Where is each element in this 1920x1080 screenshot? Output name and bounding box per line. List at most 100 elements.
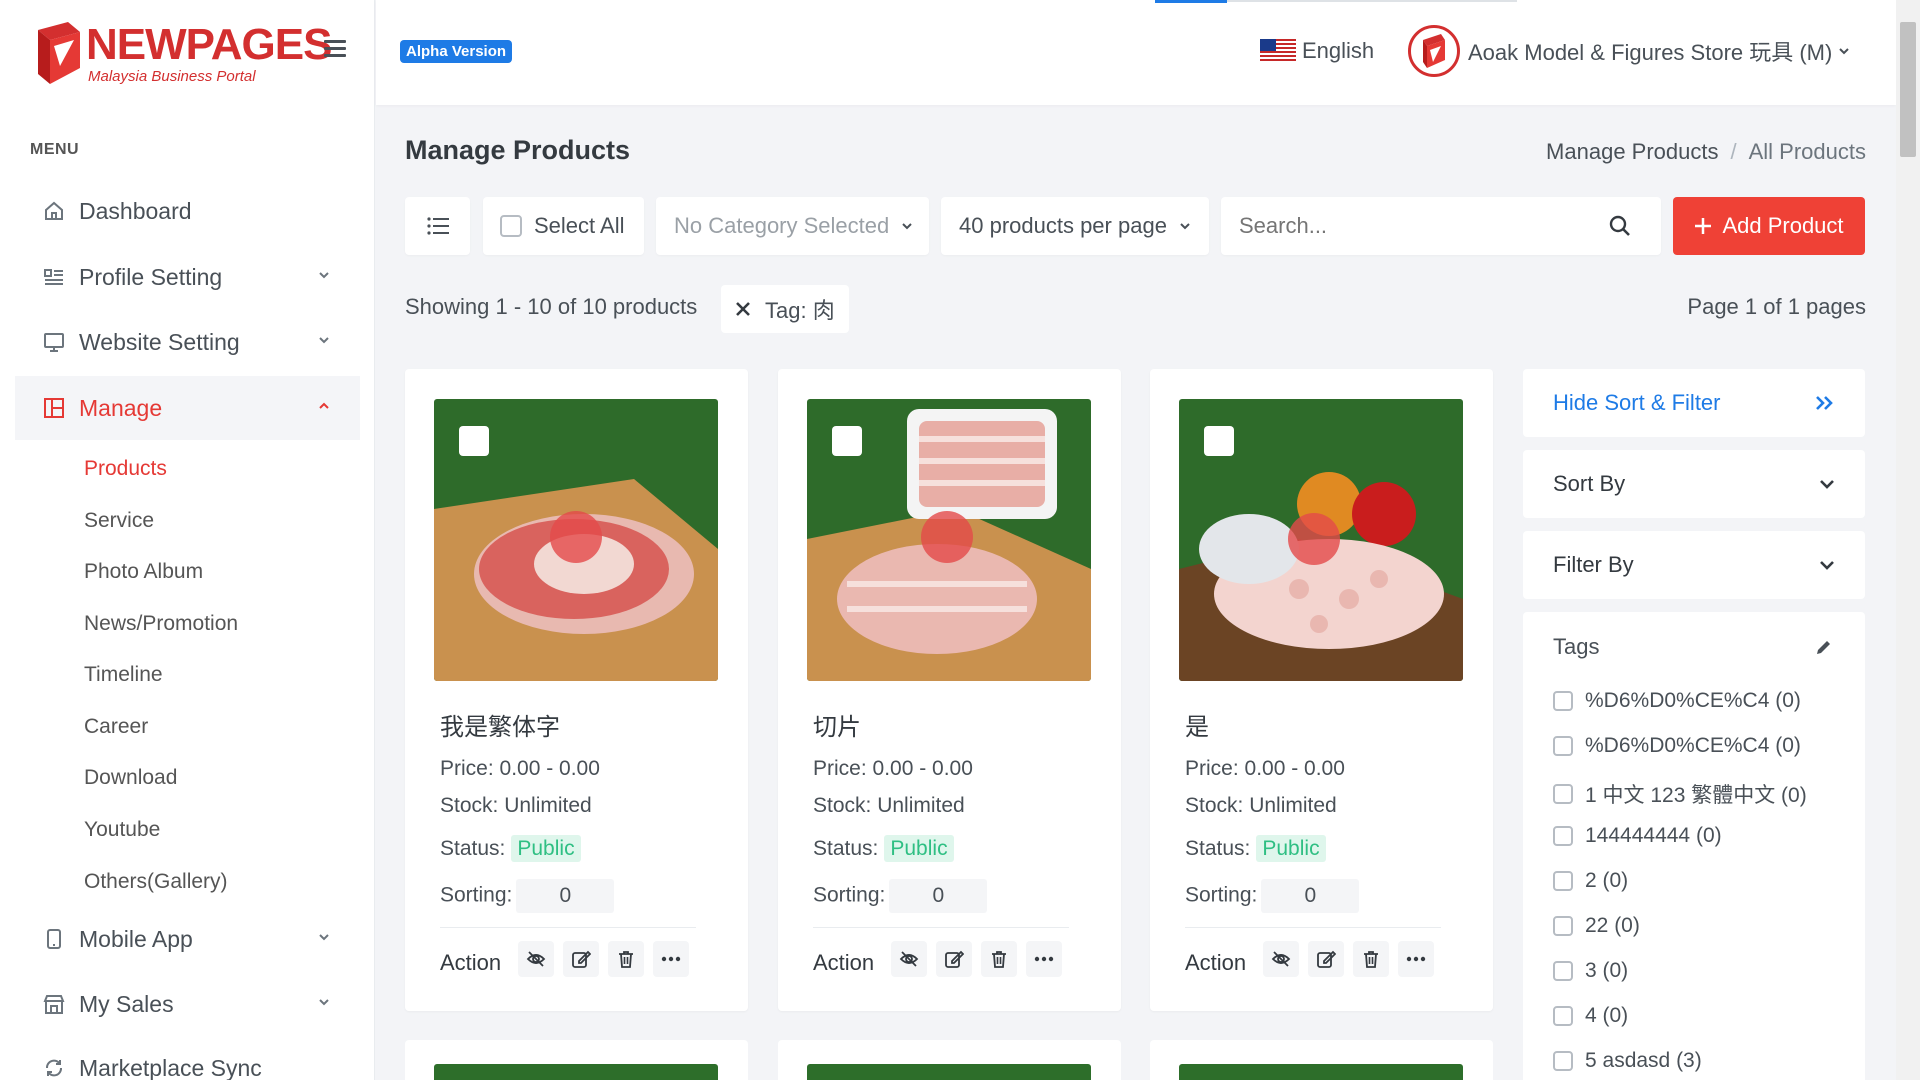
sidebar-subitem-service[interactable]: Service <box>84 509 154 533</box>
sorting-input[interactable]: 0 <box>1261 879 1360 913</box>
tag-filter-option[interactable]: 22 (0) <box>1553 914 1640 938</box>
sidebar-item-dashboard[interactable]: Dashboard <box>15 179 360 243</box>
product-image[interactable] <box>434 1064 718 1080</box>
sidebar-item-profile-setting[interactable]: Profile Setting <box>15 245 360 309</box>
search-icon[interactable] <box>1609 215 1631 237</box>
tag-filter-option[interactable]: %D6%D0%CE%C4 (0) <box>1553 734 1801 758</box>
product-select-checkbox[interactable] <box>1204 426 1234 456</box>
hide-sort-filter-button[interactable]: Hide Sort & Filter <box>1523 369 1865 437</box>
tag-filter-option[interactable]: %D6%D0%CE%C4 (0) <box>1553 689 1801 713</box>
store-account-menu[interactable]: Aoak Model & Figures Store 玩具 (M) <box>1408 25 1850 77</box>
sidebar-item-my-sales[interactable]: My Sales <box>15 972 360 1036</box>
tag-checkbox[interactable] <box>1553 1006 1573 1026</box>
breadcrumb: Manage Products / All Products <box>1546 139 1866 165</box>
tag-filter-option[interactable]: 1 中文 123 繁體中文 (0) <box>1553 779 1807 809</box>
edit-button[interactable] <box>563 941 599 977</box>
pencil-icon[interactable] <box>1815 638 1833 656</box>
hide-button[interactable] <box>891 941 927 977</box>
tag-checkbox[interactable] <box>1553 826 1573 846</box>
sidebar-subitem-youtube[interactable]: Youtube <box>84 818 160 842</box>
brand-logo[interactable]: NEWPAGES Malaysia Business Portal <box>38 22 332 84</box>
tag-checkbox[interactable] <box>1553 691 1573 711</box>
sidebar-subitem-timeline[interactable]: Timeline <box>84 663 163 687</box>
search-box[interactable] <box>1221 197 1661 255</box>
delete-button[interactable] <box>981 941 1017 977</box>
tag-filter-option[interactable]: 4 (0) <box>1553 1004 1628 1028</box>
add-product-label: Add Product <box>1722 213 1844 238</box>
filter-by-panel[interactable]: Filter By <box>1523 531 1865 599</box>
tag-filter-option[interactable]: 2 (0) <box>1553 869 1628 893</box>
tag-option-label: 144444444 (0) <box>1585 824 1722 847</box>
sidebar-item-label: My Sales <box>79 990 174 1017</box>
sort-by-panel[interactable]: Sort By <box>1523 450 1865 518</box>
delete-button[interactable] <box>1353 941 1389 977</box>
sidebar-subitem-others-gallery[interactable]: Others(Gallery) <box>84 870 228 894</box>
sidebar-item-manage[interactable]: Manage <box>15 376 360 440</box>
list-view-button[interactable] <box>405 197 470 255</box>
chevron-down-icon <box>319 934 329 941</box>
sidebar-item-marketplace-sync[interactable]: Marketplace Sync <box>15 1036 360 1080</box>
sorting-input[interactable]: 0 <box>889 879 988 913</box>
tag-filter-option[interactable]: 144444444 (0) <box>1553 824 1722 848</box>
product-status-row: Status: Public <box>440 835 581 862</box>
product-image[interactable] <box>1179 1064 1463 1080</box>
edit-button[interactable] <box>936 941 972 977</box>
breadcrumb-manage-products[interactable]: Manage Products <box>1546 139 1718 165</box>
tag-checkbox[interactable] <box>1553 871 1573 891</box>
category-select[interactable]: No Category Selected <box>656 197 929 255</box>
status-label: Status: <box>440 837 506 860</box>
tag-option-label: 22 (0) <box>1585 914 1640 937</box>
trash-icon <box>1364 951 1378 968</box>
sidebar-subitem-news-promotion[interactable]: News/Promotion <box>84 612 238 636</box>
sidebar-subitem-photo-album[interactable]: Photo Album <box>84 560 203 584</box>
language-selector[interactable]: English <box>1260 38 1374 64</box>
tags-panel: Tags %D6%D0%CE%C4 (0) %D6%D0%CE%C4 (0) 1… <box>1523 612 1865 1080</box>
hide-button[interactable] <box>1263 941 1299 977</box>
product-select-checkbox[interactable] <box>832 426 862 456</box>
more-options-button[interactable] <box>1026 941 1062 977</box>
select-all-button[interactable]: Select All <box>483 197 644 255</box>
hide-button[interactable] <box>518 941 554 977</box>
select-all-checkbox[interactable] <box>500 215 522 237</box>
tag-checkbox[interactable] <box>1553 784 1573 804</box>
delete-button[interactable] <box>608 941 644 977</box>
search-input[interactable] <box>1239 213 1579 239</box>
tag-checkbox[interactable] <box>1553 961 1573 981</box>
sidebar-subitem-products[interactable]: Products <box>84 457 167 481</box>
tag-checkbox[interactable] <box>1553 916 1573 936</box>
page-scrollbar[interactable] <box>1896 0 1920 1080</box>
tag-option-label: %D6%D0%CE%C4 (0) <box>1585 689 1801 712</box>
sidebar-item-label: Mobile App <box>79 925 193 952</box>
sidebar-subitem-download[interactable]: Download <box>84 766 177 790</box>
more-options-button[interactable] <box>653 941 689 977</box>
product-stock: Stock: Unlimited <box>1185 794 1337 817</box>
hamburger-menu-icon[interactable] <box>324 40 346 58</box>
sidebar-item-label: Profile Setting <box>79 263 223 290</box>
product-name: 切片 <box>813 714 861 741</box>
per-page-select[interactable]: 40 products per page <box>941 197 1209 255</box>
product-image[interactable] <box>1179 399 1463 681</box>
store-icon <box>43 993 65 1015</box>
edit-button[interactable] <box>1308 941 1344 977</box>
more-options-button[interactable] <box>1398 941 1434 977</box>
tag-checkbox[interactable] <box>1553 736 1573 756</box>
product-select-checkbox[interactable] <box>459 426 489 456</box>
sidebar-item-website-setting[interactable]: Website Setting <box>15 310 360 374</box>
close-icon[interactable] <box>735 301 751 317</box>
product-card <box>1150 1040 1493 1080</box>
product-image[interactable] <box>807 1064 1091 1080</box>
product-image[interactable] <box>434 399 718 681</box>
tag-filter-option[interactable]: 3 (0) <box>1553 959 1628 983</box>
sidebar-subitem-career[interactable]: Career <box>84 715 148 739</box>
sorting-input[interactable]: 0 <box>516 879 615 913</box>
scrollbar-thumb[interactable] <box>1900 22 1916 157</box>
sidebar: NEWPAGES Malaysia Business Portal MENU D… <box>0 0 375 1080</box>
tag-filter-option[interactable]: 5 asdasd (3) <box>1553 1049 1702 1073</box>
breadcrumb-all-products: All Products <box>1748 139 1866 164</box>
tag-checkbox[interactable] <box>1553 1051 1573 1071</box>
add-product-button[interactable]: Add Product <box>1673 197 1865 255</box>
store-name: Aoak Model & Figures Store 玩具 (M) <box>1468 40 1833 65</box>
tag-filter-chip[interactable]: Tag: 肉 <box>721 285 849 333</box>
sidebar-item-mobile-app[interactable]: Mobile App <box>15 907 360 971</box>
product-image[interactable] <box>807 399 1091 681</box>
